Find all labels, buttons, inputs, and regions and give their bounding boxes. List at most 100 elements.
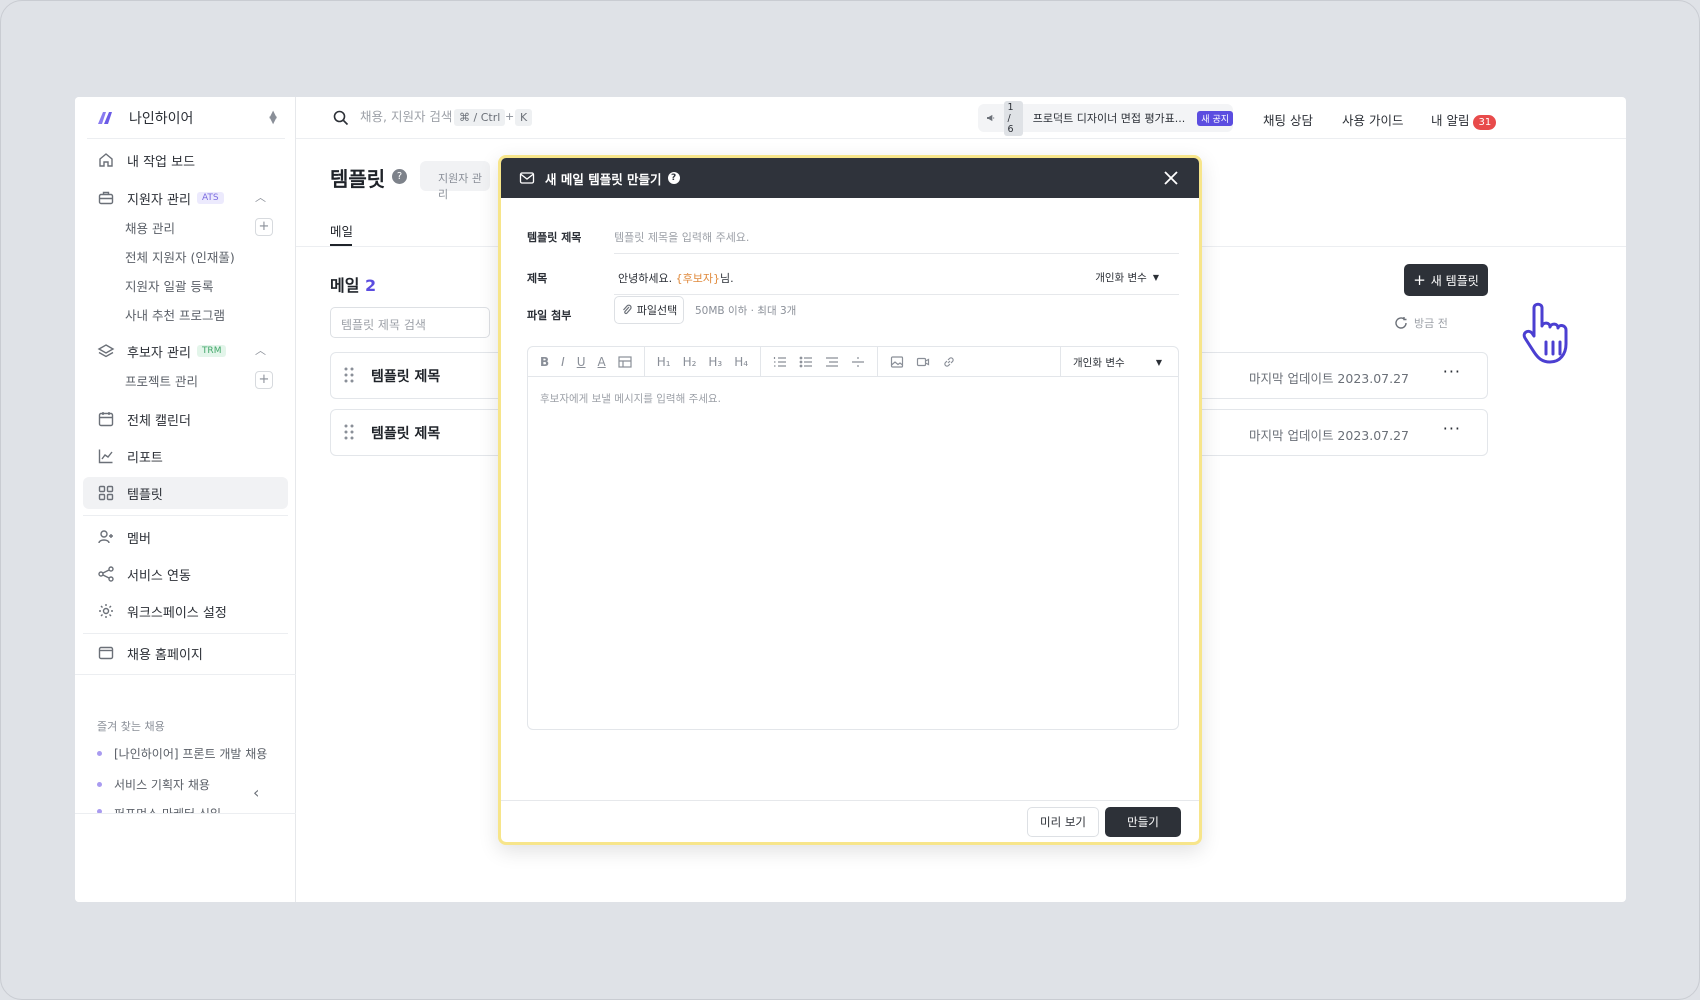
sidebar-item-label: 서비스 연동 xyxy=(127,568,191,584)
video-icon[interactable] xyxy=(916,347,930,377)
ats-badge: ATS xyxy=(196,192,224,204)
bullet-list-icon[interactable] xyxy=(799,347,813,377)
subject-input[interactable]: 안녕하세요. {후보자}님. xyxy=(618,270,734,286)
heading1-button[interactable]: H₁ xyxy=(657,347,671,377)
text-color-button[interactable]: A xyxy=(598,347,606,377)
last-updated: 마지막 업데이트 2023.07.27 xyxy=(1248,428,1409,443)
template-title: 템플릿 제목 xyxy=(371,369,441,385)
file-select-button[interactable]: 파일선택 xyxy=(614,296,684,324)
new-template-button[interactable]: + 새 템플릿 xyxy=(1404,264,1488,296)
search-icon xyxy=(333,110,349,126)
more-options-icon[interactable]: ··· xyxy=(1443,419,1461,438)
workspace-switcher[interactable]: 나인하이어 ▲ ▼ xyxy=(87,97,285,139)
drag-handle-icon[interactable] xyxy=(343,423,355,441)
notification-count-badge: 31 xyxy=(1473,115,1497,130)
italic-button[interactable]: I xyxy=(561,347,565,377)
template-title-input[interactable]: 템플릿 제목을 입력해 주세요. xyxy=(614,229,1179,245)
modal-footer: 미리 보기 만들기 xyxy=(501,800,1199,842)
topbar: ⌘ / Ctrl + K 1 / 6 프로덕트 디자이너 면접 평가표... 새… xyxy=(296,97,1626,139)
drag-handle-icon[interactable] xyxy=(343,366,355,384)
page-title: 템플릿 xyxy=(330,167,386,191)
hand-cursor-icon xyxy=(1522,302,1568,364)
dropdown-label: 개인화 변수 xyxy=(1095,272,1147,284)
editor-toolbar: B I U A H₁ H₂ H₃ H₄ 개인화 변수 ▼ xyxy=(528,346,1178,377)
notifications-link[interactable]: 내 알림 31 xyxy=(1431,110,1497,130)
sidebar-item-template[interactable]: 템플릿 xyxy=(83,477,288,509)
sidebar-divider xyxy=(83,633,288,634)
sidebar-subitem-referral[interactable]: 사내 추천 프로그램 xyxy=(125,305,225,324)
sidebar-divider xyxy=(75,674,296,675)
sidebar-subitem-project[interactable]: 프로젝트 관리 xyxy=(125,371,198,390)
search-input[interactable] xyxy=(360,109,456,124)
chevron-up-icon[interactable]: ︿ xyxy=(255,342,266,358)
add-project-button[interactable]: + xyxy=(255,371,273,389)
sidebar-item-dashboard[interactable]: 내 작업 보드 xyxy=(83,144,288,176)
notice-banner[interactable]: 1 / 6 프로덕트 디자이너 면접 평가표... 새 공지 xyxy=(978,100,1233,136)
sidebar-item-report[interactable]: 리포트 xyxy=(83,440,288,472)
chevron-up-icon[interactable]: ︿ xyxy=(255,189,266,205)
subject-text: 님. xyxy=(719,272,734,285)
align-icon[interactable] xyxy=(825,347,839,377)
favorite-item[interactable]: 퍼포먼스 마케터 신입 xyxy=(97,805,221,813)
horizontal-rule-icon[interactable] xyxy=(851,347,865,377)
field-divider xyxy=(614,294,1179,295)
section-title: 메일 2 xyxy=(330,272,376,296)
home-icon xyxy=(99,153,113,167)
favorite-item[interactable]: 서비스 기획자 채용 xyxy=(97,776,210,793)
sidebar-item-calendar[interactable]: 전체 캘린더 xyxy=(83,403,288,435)
sidebar-item-member[interactable]: 멤버 xyxy=(83,521,288,553)
favorite-item[interactable]: [나인하이어] 프론트 개발 채용 xyxy=(97,745,267,762)
sidebar-item-settings[interactable]: 워크스페이스 설정 xyxy=(83,595,288,627)
personal-variable-dropdown[interactable]: 개인화 변수 ▼ xyxy=(1095,270,1159,285)
heading2-button[interactable]: H₂ xyxy=(683,347,697,377)
subject-label: 제목 xyxy=(527,272,548,285)
user-guide-link[interactable]: 사용 가이드 xyxy=(1342,110,1403,129)
refresh-label: 방금 전 xyxy=(1414,317,1448,330)
table-icon[interactable] xyxy=(618,347,632,377)
message-editor[interactable]: B I U A H₁ H₂ H₃ H₄ 개인화 변수 ▼ 후보자에게 보낼 메시지… xyxy=(527,346,1179,730)
template-search-input[interactable]: 템플릿 제목 검색 xyxy=(330,307,490,338)
heading4-button[interactable]: H₄ xyxy=(734,347,748,377)
collapse-sidebar-icon[interactable]: ‹ xyxy=(253,783,259,802)
plus-icon: + xyxy=(1413,271,1426,289)
shortcut-k-key: K xyxy=(515,109,533,126)
sidebar-subitem-talent-pool[interactable]: 전체 지원자 (인재풀) xyxy=(125,247,235,266)
notifications-label: 내 알림 xyxy=(1431,113,1470,128)
heading3-button[interactable]: H₃ xyxy=(708,347,722,377)
sidebar-item-integration[interactable]: 서비스 연동 xyxy=(83,558,288,590)
chat-support-link[interactable]: 채팅 상담 xyxy=(1263,110,1313,129)
sidebar-item-label: 채용 홈페이지 xyxy=(127,647,203,663)
last-updated: 마지막 업데이트 2023.07.27 xyxy=(1248,371,1409,386)
preview-button[interactable]: 미리 보기 xyxy=(1027,807,1099,837)
help-icon[interactable]: ? xyxy=(392,169,407,184)
sidebar: 나인하이어 ▲ ▼ 내 작업 보드 지원자 관리 ATS ︿ 채용 관리 + 전체… xyxy=(75,97,296,902)
new-notice-badge: 새 공지 xyxy=(1197,110,1233,126)
field-divider xyxy=(614,253,1179,254)
refresh-status[interactable]: 방금 전 xyxy=(1394,315,1448,331)
sidebar-subitem-bulk-register[interactable]: 지원자 일괄 등록 xyxy=(125,276,213,295)
tab-mail[interactable]: 메일 xyxy=(330,221,353,240)
briefcase-icon xyxy=(98,191,114,205)
sidebar-item-careers-page[interactable]: 채용 홈페이지 xyxy=(83,637,288,669)
help-icon[interactable]: ? xyxy=(667,172,680,184)
underline-button[interactable]: U xyxy=(577,347,586,377)
editor-personal-variable-dropdown[interactable]: 개인화 변수 ▼ xyxy=(1060,347,1178,377)
bold-button[interactable]: B xyxy=(540,347,549,377)
sidebar-subitem-recruit[interactable]: 채용 관리 xyxy=(125,218,175,237)
shortcut-mod-key: ⌘ / Ctrl xyxy=(454,109,506,126)
category-pill[interactable]: 지원자 관리 xyxy=(420,161,490,201)
create-button[interactable]: 만들기 xyxy=(1105,807,1181,837)
image-icon[interactable] xyxy=(890,347,904,377)
calendar-icon xyxy=(98,412,114,427)
subject-variable: {후보자} xyxy=(675,272,720,285)
modal-header: 새 메일 템플릿 만들기 ? xyxy=(501,158,1199,198)
more-options-icon[interactable]: ··· xyxy=(1443,362,1461,381)
megaphone-icon xyxy=(987,114,995,122)
sidebar-item-label: 전체 캘린더 xyxy=(127,413,191,429)
ordered-list-icon[interactable] xyxy=(773,347,787,377)
close-icon[interactable] xyxy=(1161,168,1181,188)
file-limit-hint: 50MB 이하 · 최대 3개 xyxy=(695,305,797,317)
add-recruit-button[interactable]: + xyxy=(255,218,273,236)
link-icon[interactable] xyxy=(942,347,956,377)
layers-icon xyxy=(97,344,115,358)
